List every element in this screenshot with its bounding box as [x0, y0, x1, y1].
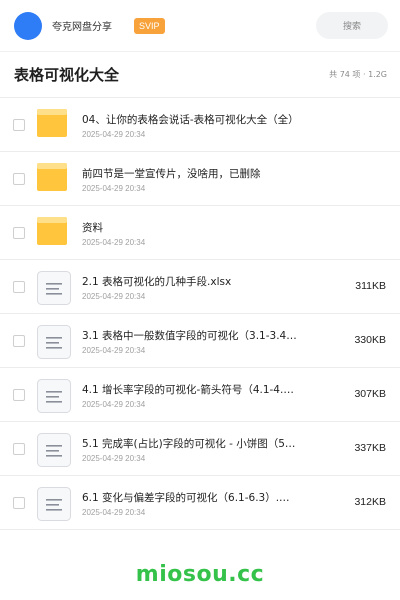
item-checkbox[interactable] — [13, 497, 25, 509]
search-input[interactable]: 搜索 — [316, 12, 388, 39]
document-icon — [37, 271, 71, 309]
item-size: 307KB — [354, 388, 386, 400]
item-date: 2025-04-29 20:34 — [82, 346, 146, 355]
item-checkbox[interactable] — [13, 335, 25, 347]
item-size: 330KB — [354, 334, 386, 346]
item-checkbox[interactable] — [13, 119, 25, 131]
item-name: 6.1 变化与偏差字段的可视化（6.1-6.3）.… — [82, 492, 290, 504]
item-checkbox[interactable] — [13, 173, 25, 185]
item-date: 2025-04-29 20:34 — [82, 292, 146, 301]
list-item[interactable]: 前四节是一堂宣传片，没啥用，已删除 2025-04-29 20:34 — [0, 152, 400, 206]
list-item[interactable]: 04、让你的表格会说话-表格可视化大全（全） 2025-04-29 20:34 — [0, 98, 400, 152]
folder-icon — [37, 163, 67, 195]
item-checkbox[interactable] — [13, 389, 25, 401]
page-title: 表格可视化大全 — [14, 66, 120, 84]
document-icon — [37, 487, 71, 525]
top-bar: 夸克网盘分享 SVIP 搜索 — [0, 0, 400, 52]
item-name: 2.1 表格可视化的几种手段.xlsx — [82, 276, 232, 288]
item-size: 337KB — [354, 442, 386, 454]
list-item[interactable]: 2.1 表格可视化的几种手段.xlsx 2025-04-29 20:34 311… — [0, 260, 400, 314]
page: 夸克网盘分享 SVIP 搜索 表格可视化大全 共 74 项 · 1.2G 04、… — [0, 0, 400, 600]
item-name: 前四节是一堂宣传片，没啥用，已删除 — [82, 168, 261, 180]
list-item[interactable]: 6.1 变化与偏差字段的可视化（6.1-6.3）.… 2025-04-29 20… — [0, 476, 400, 530]
item-checkbox[interactable] — [13, 443, 25, 455]
avatar[interactable] — [14, 11, 42, 40]
folder-icon — [37, 217, 67, 249]
item-name: 资料 — [82, 222, 103, 234]
watermark: miosou.cc — [135, 562, 265, 587]
item-date: 2025-04-29 20:34 — [82, 454, 146, 463]
item-name: 5.1 完成率(占比)字段的可视化 - 小饼图（5… — [82, 438, 296, 450]
title-row: 表格可视化大全 共 74 项 · 1.2G — [0, 52, 400, 98]
item-date: 2025-04-29 20:34 — [82, 184, 146, 193]
item-checkbox[interactable] — [13, 281, 25, 293]
list-item[interactable]: 5.1 完成率(占比)字段的可视化 - 小饼图（5… 2025-04-29 20… — [0, 422, 400, 476]
list-item[interactable]: 3.1 表格中一般数值字段的可视化（3.1-3.4… 2025-04-29 20… — [0, 314, 400, 368]
item-checkbox[interactable] — [13, 227, 25, 239]
app-name: 夸克网盘分享 — [52, 22, 112, 33]
item-name: 3.1 表格中一般数值字段的可视化（3.1-3.4… — [82, 330, 297, 342]
search-placeholder: 搜索 — [342, 22, 361, 32]
list-item[interactable]: 资料 2025-04-29 20:34 — [0, 206, 400, 260]
document-icon — [37, 433, 71, 471]
item-date: 2025-04-29 20:34 — [82, 400, 146, 409]
list-item[interactable]: 4.1 增长率字段的可视化-箭头符号（4.1-4.… 2025-04-29 20… — [0, 368, 400, 422]
file-list: 04、让你的表格会说话-表格可视化大全（全） 2025-04-29 20:34 … — [0, 98, 400, 530]
item-date: 2025-04-29 20:34 — [82, 508, 146, 517]
item-size: 312KB — [354, 496, 386, 508]
item-name: 4.1 增长率字段的可视化-箭头符号（4.1-4.… — [82, 384, 294, 396]
item-date: 2025-04-29 20:34 — [82, 130, 146, 139]
folder-meta: 共 74 项 · 1.2G — [329, 70, 387, 79]
folder-icon — [37, 109, 67, 141]
document-icon — [37, 325, 71, 363]
item-date: 2025-04-29 20:34 — [82, 238, 146, 247]
item-size: 311KB — [355, 280, 386, 292]
document-icon — [37, 379, 71, 417]
item-name: 04、让你的表格会说话-表格可视化大全（全） — [82, 114, 299, 126]
svip-badge: SVIP — [134, 17, 165, 34]
